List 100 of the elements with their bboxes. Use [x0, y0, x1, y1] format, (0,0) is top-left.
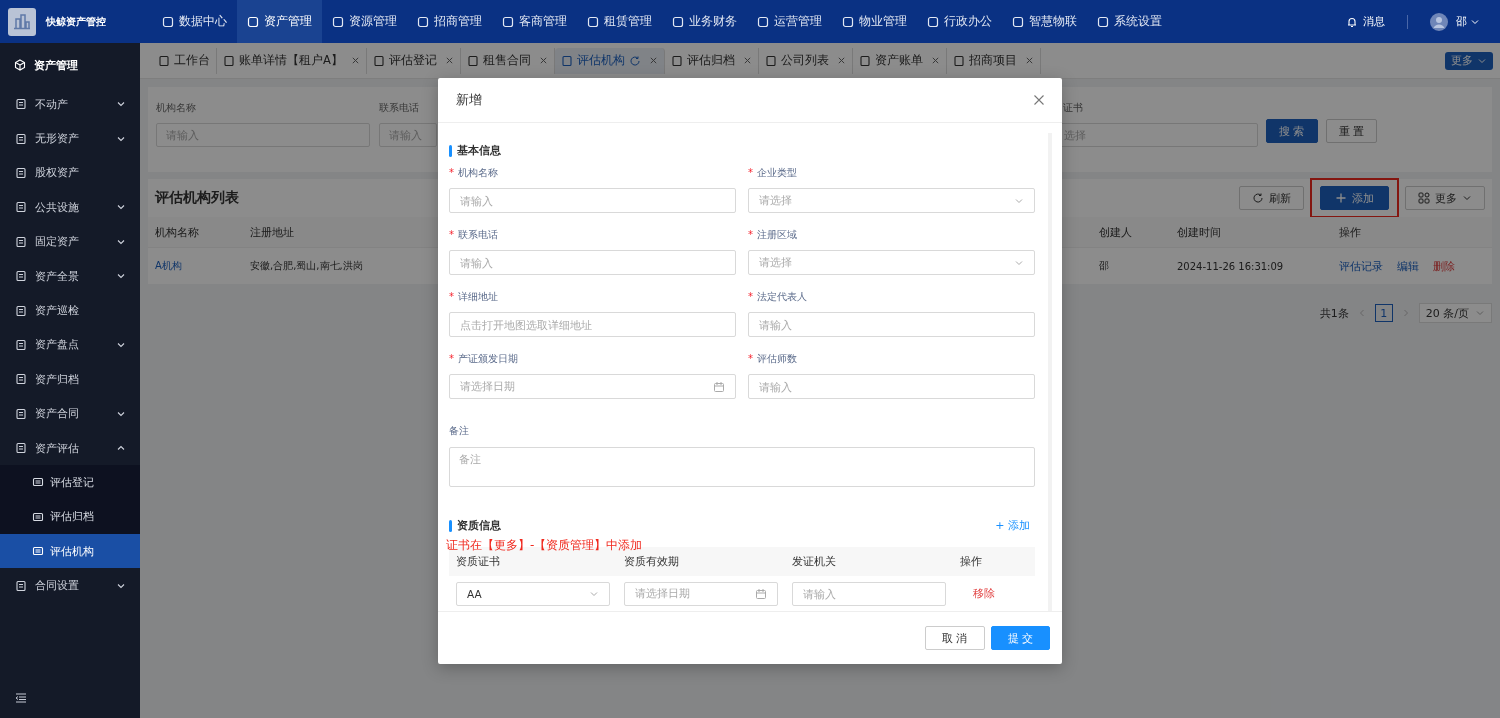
document-icon	[15, 579, 27, 592]
top-nav-item[interactable]: 客商管理	[492, 0, 577, 43]
more-tabs-button[interactable]: 更多	[1445, 51, 1493, 70]
tab[interactable]: 公司列表	[758, 47, 853, 74]
close-icon[interactable]	[742, 56, 752, 65]
tab[interactable]: 评估登记	[366, 47, 461, 74]
row-action-link[interactable]: 编辑	[1397, 258, 1419, 274]
section-title: 资质信息	[457, 518, 501, 534]
sidebar-item[interactable]: 资产评估	[0, 430, 140, 466]
input-field[interactable]: 请输入	[792, 581, 946, 606]
tab[interactable]: 租售合同	[460, 47, 555, 74]
top-nav-item[interactable]: 招商管理	[407, 0, 492, 43]
close-icon[interactable]	[1033, 94, 1045, 106]
tab[interactable]: 账单详情【租户A】	[217, 47, 367, 74]
top-nav-item[interactable]: 物业管理	[832, 0, 917, 43]
top-nav-item[interactable]: 系统设置	[1087, 0, 1172, 43]
tab[interactable]: 资产账单	[852, 47, 947, 74]
column-header: 发证机关	[791, 554, 837, 569]
square-icon	[587, 15, 599, 28]
close-icon[interactable]	[836, 56, 846, 65]
reset-button[interactable]: 重 置	[1325, 119, 1377, 143]
select-field[interactable]: AA	[456, 581, 610, 606]
card-icon	[32, 476, 44, 489]
close-icon[interactable]	[1024, 56, 1034, 65]
plus-icon	[1335, 192, 1347, 204]
top-nav-item[interactable]: 资源管理	[322, 0, 407, 43]
sidebar-subitem[interactable]: 评估归档	[0, 499, 140, 535]
card-icon	[32, 545, 44, 558]
refresh-icon[interactable]	[628, 54, 641, 67]
sidebar-title: 资产管理	[34, 57, 78, 73]
tab[interactable]: 评估归档	[664, 47, 759, 74]
top-nav-item[interactable]: 业务财务	[662, 0, 747, 43]
grid-icon	[1418, 192, 1430, 204]
input-field[interactable]: 点击打开地图选取详细地址	[449, 312, 736, 337]
document-icon	[15, 201, 27, 214]
field-label: * 评估师数	[748, 352, 798, 366]
tab[interactable]: 招商项目	[946, 47, 1041, 74]
sidebar-item[interactable]: 固定资产	[0, 224, 140, 259]
search-button[interactable]: 搜 索	[1266, 119, 1318, 143]
app-name: 快鲸资产管控	[46, 14, 106, 29]
document-icon	[15, 442, 27, 455]
close-icon[interactable]	[930, 56, 940, 65]
close-icon[interactable]	[648, 56, 658, 65]
sidebar-item[interactable]: 公共设施	[0, 190, 140, 225]
field-label: 备注	[449, 424, 470, 438]
sidebar-item[interactable]: 资产巡检	[0, 293, 140, 328]
top-nav-item[interactable]: 智慧物联	[1002, 0, 1087, 43]
square-icon	[1097, 15, 1109, 28]
sidebar-item[interactable]: 资产归档	[0, 362, 140, 397]
sidebar-item[interactable]: 资产合同	[0, 396, 140, 431]
sidebar-item[interactable]: 资产全景	[0, 258, 140, 294]
field-label: * 机构名称	[449, 166, 499, 180]
remove-link[interactable]: 移除	[960, 587, 995, 601]
sidebar-subitem[interactable]: 评估登记	[0, 465, 140, 500]
column-header: 机构名称	[154, 224, 200, 240]
bell-icon	[1346, 15, 1358, 28]
chevron-down-icon	[1462, 193, 1472, 203]
field-label: * 详细地址	[449, 290, 499, 304]
collapse-menu-icon[interactable]	[15, 692, 27, 704]
document-icon	[15, 304, 27, 317]
document-icon	[15, 407, 27, 420]
top-nav-item[interactable]: 租赁管理	[577, 0, 662, 43]
field-label: * 产证颁发日期	[449, 352, 519, 366]
close-icon[interactable]	[444, 56, 454, 65]
close-icon[interactable]	[538, 56, 548, 65]
messages-link[interactable]: 消息	[1346, 14, 1385, 29]
table-link[interactable]: A机构	[148, 259, 243, 273]
sidebar-item[interactable]: 股权资产	[0, 155, 140, 191]
section-title: 基本信息	[457, 143, 501, 158]
page-icon	[466, 54, 479, 67]
sidebar-item[interactable]: 资产盘点	[0, 327, 140, 363]
sidebar-item[interactable]: 不动产	[0, 87, 140, 122]
top-nav-item[interactable]: 数据中心	[152, 0, 237, 43]
refresh-button[interactable]: 刷新	[1239, 186, 1304, 210]
input-field[interactable]: 请输入	[449, 188, 736, 213]
input-field[interactable]: 请输入	[449, 250, 736, 275]
sidebar-item[interactable]: 无形资产	[0, 121, 140, 156]
calendar-icon	[713, 380, 725, 393]
user-menu[interactable]: 邵	[1456, 14, 1480, 29]
avatar-icon[interactable]	[1430, 12, 1448, 31]
document-icon	[15, 98, 27, 111]
top-nav-item[interactable]: 资产管理	[237, 0, 322, 43]
row-action-link[interactable]: 评估记录	[1339, 258, 1383, 274]
sidebar-subitem[interactable]: 评估机构	[0, 534, 140, 569]
page-icon	[372, 54, 385, 67]
remarks-field[interactable]: 备注	[449, 447, 1035, 488]
top-nav-item[interactable]: 行政办公	[917, 0, 1002, 43]
dialog-title: 新增	[456, 91, 482, 109]
close-icon[interactable]	[350, 56, 360, 65]
cube-icon	[14, 59, 26, 71]
sidebar-item[interactable]: 合同设置	[0, 568, 140, 603]
field-label: 机构名称	[156, 101, 197, 115]
input-field[interactable]: 请输入	[748, 312, 1035, 337]
page-size-select[interactable]: 20 条/页	[1418, 303, 1492, 323]
cancel-button[interactable]: 取 消	[925, 626, 985, 650]
input-field[interactable]: 请输入	[748, 374, 1035, 399]
add-button[interactable]: 添加	[1320, 186, 1389, 210]
more-button[interactable]: 更多	[1405, 186, 1485, 210]
top-nav-item[interactable]: 运营管理	[747, 0, 832, 43]
tab[interactable]: 工作台	[152, 47, 217, 74]
